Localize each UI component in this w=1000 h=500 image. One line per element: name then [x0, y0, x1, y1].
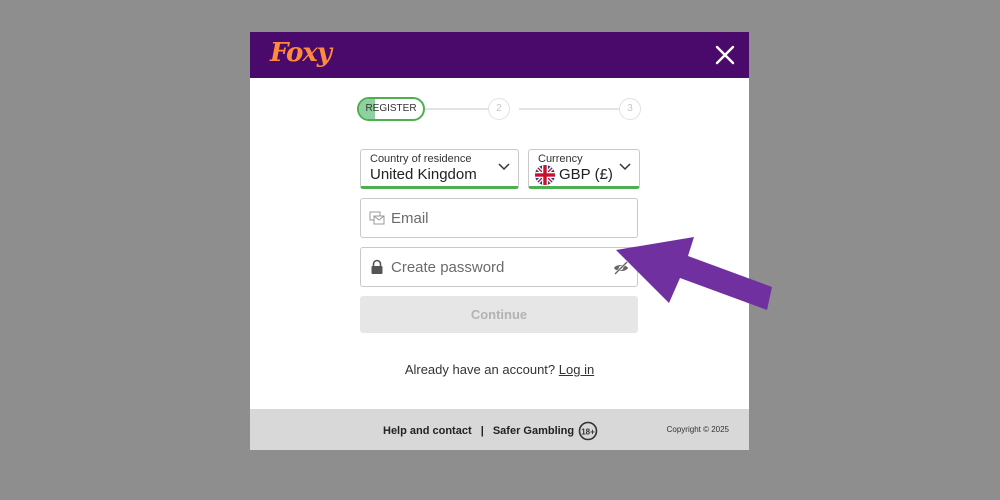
step-3: 3	[619, 98, 641, 120]
continue-button[interactable]: Continue	[360, 296, 638, 333]
currency-select[interactable]: Currency GBP (£)	[528, 149, 640, 189]
email-icon	[369, 211, 385, 225]
email-field[interactable]	[360, 198, 638, 238]
modal-footer: Help and contact | Safer Gambling 18+ Co…	[250, 409, 749, 450]
modal-header: Foxy	[250, 32, 749, 78]
close-icon[interactable]	[713, 43, 737, 67]
login-prompt-text: Already have an account?	[404, 362, 556, 377]
footer-links: Help and contact | Safer Gambling	[383, 425, 574, 437]
country-value: United Kingdom	[370, 166, 477, 183]
chevron-down-icon	[619, 163, 631, 171]
uk-flag-icon	[535, 165, 555, 185]
password-field[interactable]	[360, 247, 638, 287]
age-badge-text: 18+	[581, 427, 595, 436]
foxy-logo[interactable]: Foxy	[270, 38, 332, 68]
currency-value: GBP (£)	[559, 166, 613, 183]
step-register: REGISTER	[357, 97, 425, 121]
step-connector	[423, 108, 495, 110]
help-contact-link[interactable]: Help and contact	[383, 425, 472, 437]
login-prompt: Already have an account? Log in	[250, 362, 749, 377]
footer-separator: |	[480, 425, 484, 437]
lock-icon	[371, 259, 383, 274]
password-input[interactable]	[391, 248, 611, 286]
pointer-arrow-icon	[616, 237, 772, 310]
chevron-down-icon	[498, 163, 510, 171]
country-label: Country of residence	[370, 153, 472, 165]
email-input[interactable]	[391, 199, 611, 237]
registration-stepper: REGISTER 2 3	[357, 97, 643, 121]
country-select[interactable]: Country of residence United Kingdom	[360, 149, 519, 189]
step-connector	[519, 108, 623, 110]
step-2: 2	[488, 98, 510, 120]
currency-label: Currency	[538, 153, 583, 165]
login-link[interactable]: Log in	[559, 362, 594, 377]
copyright-text: Copyright © 2025	[666, 425, 729, 434]
safer-gambling-link[interactable]: Safer Gambling	[493, 425, 574, 437]
age-18-plus-icon: 18+	[578, 421, 598, 441]
step-register-label: REGISTER	[365, 103, 417, 114]
